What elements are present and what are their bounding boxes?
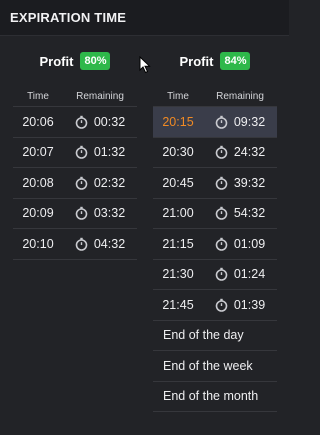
stopwatch-icon [75, 207, 88, 221]
option-remaining-wrap: 02:32 [63, 176, 137, 190]
option-remaining: 00:32 [93, 114, 126, 129]
stopwatch-icon [75, 146, 88, 160]
column-header: Time Remaining [13, 86, 137, 107]
expiration-option[interactable]: 20:06 00:32 [13, 107, 137, 138]
option-remaining-wrap: 24:32 [203, 145, 277, 159]
option-time: 21:45 [162, 297, 194, 312]
profit-label: Profit [179, 53, 214, 69]
column-header-remaining: Remaining [76, 90, 124, 102]
option-time: 20:07 [22, 145, 54, 160]
option-remaining: 04:32 [93, 236, 126, 251]
expiration-option[interactable]: 21:30 01:24 [153, 260, 277, 290]
option-remaining-wrap: 09:32 [203, 115, 277, 129]
option-remaining-wrap: 00:32 [63, 115, 137, 129]
expiration-option[interactable]: 21:00 54:32 [153, 199, 277, 229]
option-time: 21:15 [162, 236, 194, 251]
column-header-time: Time [167, 90, 189, 102]
option-remaining: 39:32 [233, 175, 266, 190]
option-remaining-wrap: 39:32 [203, 176, 277, 190]
expiration-option-selected[interactable]: 20:15 09:32 [153, 107, 277, 138]
option-remaining-wrap: 04:32 [63, 237, 137, 251]
option-remaining: 54:32 [233, 206, 266, 221]
profit-label: Profit [39, 53, 74, 69]
expiration-option[interactable]: 21:15 01:09 [153, 229, 277, 260]
option-remaining-wrap: 01:39 [203, 298, 277, 312]
option-time: 20:08 [22, 175, 54, 190]
option-remaining: 01:24 [233, 267, 266, 282]
option-remaining: 01:32 [93, 145, 126, 160]
option-remaining-wrap: 01:32 [63, 145, 137, 159]
period-option-end-of-day[interactable]: End of the day [153, 321, 277, 351]
stopwatch-icon [215, 268, 228, 282]
option-remaining: 02:32 [93, 175, 126, 190]
expiration-option[interactable]: 20:09 03:32 [13, 199, 137, 229]
option-time: 20:45 [162, 175, 194, 190]
expiration-option[interactable]: 20:30 24:32 [153, 138, 277, 168]
stopwatch-icon [75, 176, 88, 190]
option-time: 20:30 [162, 145, 194, 160]
option-remaining: 01:39 [233, 297, 266, 312]
period-option-end-of-month[interactable]: End of the month [153, 382, 277, 412]
option-remaining: 01:09 [233, 236, 266, 251]
column-header: Time Remaining [153, 86, 277, 107]
expiration-option[interactable]: 20:07 01:32 [13, 138, 137, 168]
option-time: 21:00 [162, 206, 194, 221]
stopwatch-icon [215, 298, 228, 312]
period-option-end-of-week[interactable]: End of the week [153, 351, 277, 382]
option-time: 21:30 [162, 267, 194, 282]
time-list-left: 20:06 00:32 20:07 01:32 20:08 02:32 20:0… [13, 107, 137, 260]
stopwatch-icon [215, 207, 228, 221]
time-list-right: 20:15 09:32 20:30 24:32 20:45 39:32 21:0… [153, 107, 277, 412]
right-column: Profit 84% Time Remaining 20:15 09:32 20… [153, 36, 277, 412]
option-remaining-wrap: 01:24 [203, 267, 277, 281]
expiration-option[interactable]: 20:45 39:32 [153, 168, 277, 199]
panel-title: EXPIRATION TIME [10, 10, 127, 25]
profit-row-right: Profit 84% [153, 36, 277, 86]
profit-row-left: Profit 80% [13, 36, 137, 86]
profit-badge: 80% [80, 52, 111, 70]
expiration-option[interactable]: 21:45 01:39 [153, 290, 277, 321]
option-time: 20:10 [22, 236, 54, 251]
option-time: 20:06 [22, 114, 54, 129]
expiration-option[interactable]: 20:10 04:32 [13, 229, 137, 260]
option-remaining-wrap: 03:32 [63, 206, 137, 220]
option-remaining: 09:32 [233, 114, 266, 129]
stopwatch-icon [215, 176, 228, 190]
option-time: 20:15 [162, 114, 194, 129]
option-remaining: 24:32 [233, 145, 266, 160]
stopwatch-icon [215, 237, 228, 251]
option-remaining-wrap: 01:09 [203, 237, 277, 251]
column-header-remaining: Remaining [216, 90, 264, 102]
stopwatch-icon [75, 115, 88, 129]
option-remaining-wrap: 54:32 [203, 206, 277, 220]
expiration-option[interactable]: 20:08 02:32 [13, 168, 137, 199]
mouse-cursor-icon [139, 56, 151, 74]
stopwatch-icon [75, 237, 88, 251]
stopwatch-icon [215, 146, 228, 160]
stopwatch-icon [215, 115, 228, 129]
left-column: Profit 80% Time Remaining 20:06 00:32 20… [13, 36, 137, 260]
profit-badge: 84% [220, 52, 251, 70]
option-remaining: 03:32 [93, 206, 126, 221]
panel-header: EXPIRATION TIME [0, 0, 289, 36]
option-time: 20:09 [22, 206, 54, 221]
column-header-time: Time [27, 90, 49, 102]
